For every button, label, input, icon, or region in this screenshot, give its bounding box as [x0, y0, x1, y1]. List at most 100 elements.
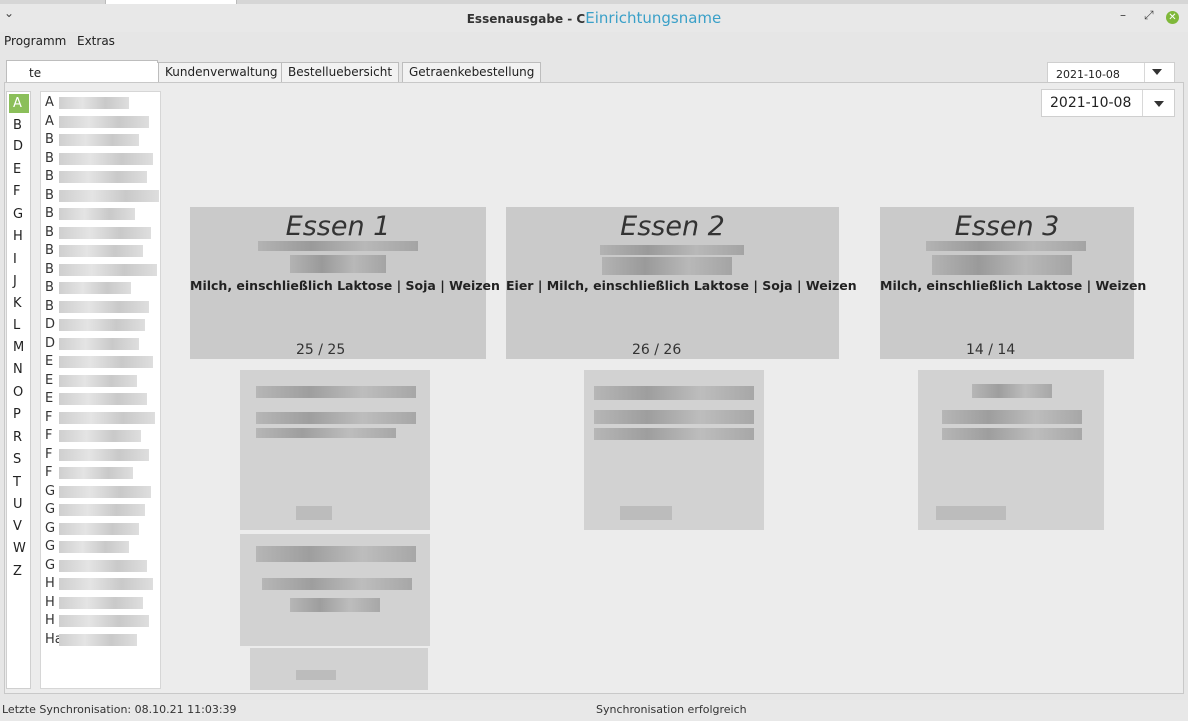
- customer-list-item[interactable]: G: [45, 538, 157, 556]
- menu-extras[interactable]: Extras: [77, 34, 115, 48]
- letter-filter-k[interactable]: K: [9, 294, 29, 313]
- customer-initial: F: [45, 446, 53, 462]
- customer-list-item[interactable]: D: [45, 316, 157, 334]
- title-bar: ⌄ Essenausgabe - CEinrichtungsname – ⤢ ✕: [0, 4, 1188, 32]
- customer-initial: B: [45, 298, 54, 314]
- customer-name-redacted: [59, 578, 153, 590]
- customer-name-redacted: [59, 337, 139, 350]
- tab-kundenverwaltung[interactable]: Kundenverwaltung: [158, 62, 285, 82]
- letter-filter-l[interactable]: L: [9, 316, 29, 335]
- customer-list-item[interactable]: B: [45, 242, 157, 260]
- close-icon[interactable]: ✕: [1166, 11, 1179, 24]
- customer-name-redacted: [59, 152, 153, 165]
- customer-initial: B: [45, 261, 54, 277]
- customer-list-item[interactable]: H: [45, 594, 157, 612]
- letter-filter-h[interactable]: H: [9, 227, 29, 246]
- letter-filter-v[interactable]: V: [9, 517, 29, 536]
- meal-description-redacted: [258, 241, 418, 251]
- letter-filter-a[interactable]: A: [9, 94, 29, 113]
- customer-list-item[interactable]: Ha: [45, 631, 157, 649]
- customer-list-item[interactable]: F: [45, 446, 157, 464]
- customer-list-item[interactable]: E: [45, 390, 157, 408]
- letter-filter-f[interactable]: F: [9, 182, 29, 201]
- customer-list-item[interactable]: G: [45, 501, 157, 519]
- tab-active[interactable]: te: [6, 60, 159, 85]
- order-ticket-redacted: [936, 506, 1006, 520]
- customer-list-item[interactable]: E: [45, 353, 157, 371]
- customer-list-item[interactable]: A: [45, 113, 157, 131]
- customer-initial: E: [45, 391, 54, 406]
- customer-initial: H: [45, 576, 55, 591]
- order-ticket[interactable]: [250, 648, 428, 690]
- customer-list-item[interactable]: B: [45, 205, 157, 223]
- customer-list-item[interactable]: D: [45, 335, 157, 353]
- customer-list-item[interactable]: H: [45, 612, 157, 630]
- customer-list-item[interactable]: F: [45, 464, 157, 482]
- order-ticket-redacted: [594, 428, 754, 440]
- customer-name-redacted: [59, 448, 149, 461]
- customer-list-item[interactable]: B: [45, 224, 157, 242]
- customer-list-item[interactable]: H: [45, 575, 157, 593]
- order-ticket[interactable]: [240, 370, 430, 530]
- customer-name-redacted: [59, 134, 139, 146]
- customer-initial: G: [45, 502, 56, 517]
- letter-filter-e[interactable]: E: [9, 160, 29, 179]
- customer-list-item[interactable]: B: [45, 298, 157, 316]
- order-ticket[interactable]: [240, 534, 430, 646]
- meal-allergens: Milch, einschließlich Laktose | Soja | W…: [190, 278, 500, 293]
- customer-list-item[interactable]: G: [45, 483, 157, 501]
- letter-filter-n[interactable]: N: [9, 360, 29, 379]
- customer-list-item[interactable]: B: [45, 131, 157, 149]
- minimize-icon[interactable]: –: [1120, 8, 1126, 22]
- letter-filter-p[interactable]: P: [9, 405, 29, 424]
- tab-getraenkebestellung[interactable]: Getraenkebestellung: [402, 62, 542, 82]
- customer-initial: B: [45, 187, 54, 203]
- customer-initial: B: [45, 206, 54, 221]
- customer-list-item[interactable]: F: [45, 409, 157, 427]
- tab-active-label: te: [29, 66, 42, 80]
- letter-filter-o[interactable]: O: [9, 383, 29, 402]
- customer-name-redacted: [59, 263, 157, 276]
- letter-filter-j[interactable]: J: [9, 272, 29, 291]
- customer-list-item[interactable]: G: [45, 520, 157, 538]
- letter-filter-g[interactable]: G: [9, 205, 29, 224]
- customer-list-item[interactable]: B: [45, 279, 157, 297]
- chevron-down-icon[interactable]: [1152, 69, 1162, 75]
- customer-list-item[interactable]: B: [45, 187, 159, 205]
- maximize-icon[interactable]: ⤢: [1144, 8, 1154, 23]
- customer-list-item[interactable]: B: [45, 261, 157, 279]
- customer-name-redacted: [59, 504, 145, 516]
- tab-bestelluebersicht[interactable]: Bestelluebersicht: [281, 62, 400, 82]
- letter-filter-w[interactable]: W: [9, 539, 29, 558]
- order-ticket[interactable]: [584, 370, 764, 530]
- letter-filter-m[interactable]: M: [9, 338, 29, 357]
- meal-card-3[interactable]: Essen 3 Milch, einschließlich Laktose | …: [880, 207, 1146, 359]
- meal-title: Essen 2: [620, 211, 725, 242]
- meal-card-1[interactable]: Essen 1 Milch, einschließlich Laktose | …: [190, 207, 500, 359]
- letter-filter-i[interactable]: I: [9, 250, 29, 269]
- customer-name-redacted: [59, 430, 141, 442]
- letter-filter-t[interactable]: T: [9, 473, 29, 492]
- letter-filter-r[interactable]: R: [9, 428, 29, 447]
- order-ticket[interactable]: [918, 370, 1104, 530]
- letter-filter-u[interactable]: U: [9, 495, 29, 514]
- customer-list-item[interactable]: B: [45, 150, 157, 168]
- order-ticket-redacted: [942, 428, 1082, 440]
- customer-initial: G: [45, 483, 56, 499]
- letter-filter-d[interactable]: D: [9, 137, 29, 156]
- customer-list-item[interactable]: A: [45, 94, 157, 112]
- date-picker-secondary[interactable]: 2021-10-08: [1041, 89, 1175, 117]
- customer-name-redacted: [59, 374, 137, 387]
- customer-list-item[interactable]: E: [45, 372, 157, 390]
- meal-card-2[interactable]: Essen 2 Eier | Milch, einschließlich Lak…: [506, 207, 857, 359]
- customer-list-item[interactable]: F: [45, 427, 157, 445]
- customer-list-item[interactable]: B: [45, 168, 157, 186]
- customer-list-item[interactable]: G: [45, 557, 157, 575]
- letter-filter-b[interactable]: B: [9, 116, 29, 135]
- menu-programm[interactable]: Programm: [4, 34, 66, 48]
- customer-name-redacted: [59, 411, 155, 424]
- letter-filter-s[interactable]: S: [9, 450, 29, 469]
- customer-name-redacted: [59, 467, 133, 479]
- letter-filter-z[interactable]: Z: [9, 562, 29, 581]
- chevron-down-icon[interactable]: [1154, 101, 1164, 107]
